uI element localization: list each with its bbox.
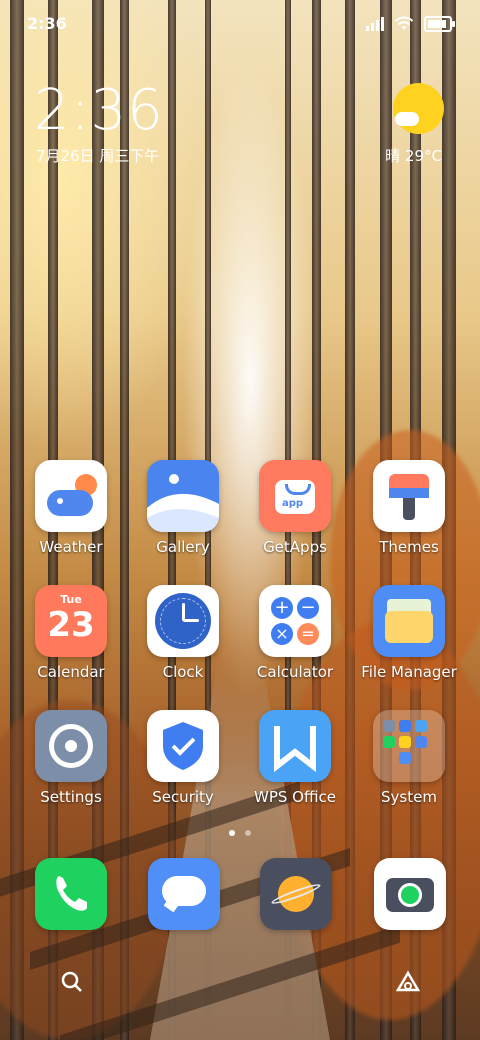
app-label: Security [152,788,214,806]
clock-icon [147,585,219,657]
search-button[interactable] [54,964,90,1000]
app-label: Calculator [256,663,334,681]
status-bar: 2:36 [0,0,480,50]
assistant-icon [395,970,421,992]
app-label: GetApps [263,538,327,556]
assistant-button[interactable] [390,964,426,1000]
app-label: Clock [162,663,204,681]
cloud-icon [395,112,419,126]
wps-office-icon [259,710,331,782]
app-label: Themes [379,538,439,556]
app-label: Gallery [156,538,210,556]
status-time: 2:36 [27,14,67,33]
app-clock[interactable]: Clock [128,585,238,681]
dock-phone[interactable] [35,858,107,930]
app-label: Settings [40,788,102,806]
app-themes[interactable]: Themes [354,460,464,556]
camera-icon [374,858,446,930]
security-icon [147,710,219,782]
app-wps-office[interactable]: WPS Office [240,710,350,806]
app-gallery[interactable]: Gallery [128,460,238,556]
clock-widget-time[interactable]: 2:36 [34,78,164,143]
settings-icon [35,710,107,782]
app-calculator[interactable]: + − × = Calculator [240,585,350,681]
app-label: Weather [39,538,103,556]
app-system-folder[interactable]: System [354,710,464,806]
app-label: File Manager [361,663,457,681]
dock-messages[interactable] [148,858,220,930]
calendar-icon: Tue 23 [35,585,107,657]
app-weather[interactable]: Weather [16,460,126,556]
app-security[interactable]: Security [128,710,238,806]
dock-camera[interactable] [374,858,446,930]
file-manager-icon [373,585,445,657]
page-dot[interactable] [245,830,251,836]
weather-icon [35,460,107,532]
search-icon [61,971,82,992]
browser-icon [260,858,332,930]
app-label: System [381,788,437,806]
app-calendar[interactable]: Tue 23 Calendar [16,585,126,681]
battery-icon [424,16,455,32]
sun-icon [393,83,444,134]
calculator-icon: + − × = [259,585,331,657]
getapps-icon: app [259,460,331,532]
app-label: WPS Office [254,788,336,806]
weather-text: 晴 29°C [385,147,442,165]
app-label: Calendar [37,663,105,681]
clock-widget-date[interactable]: 7月26日 周三下午 [36,145,159,166]
page-indicator[interactable] [0,830,480,836]
calendar-date: 23 [47,605,95,645]
messages-icon [148,858,220,930]
dock-browser[interactable] [260,858,332,930]
wifi-icon [394,16,414,30]
app-settings[interactable]: Settings [16,710,126,806]
system-folder-icon [373,710,445,782]
gallery-icon [147,460,219,532]
app-file-manager[interactable]: File Manager [354,585,464,681]
signal-icon [366,17,384,31]
themes-icon [373,460,445,532]
page-dot[interactable] [229,830,235,836]
app-getapps[interactable]: app GetApps [240,460,350,556]
phone-icon [35,858,107,930]
